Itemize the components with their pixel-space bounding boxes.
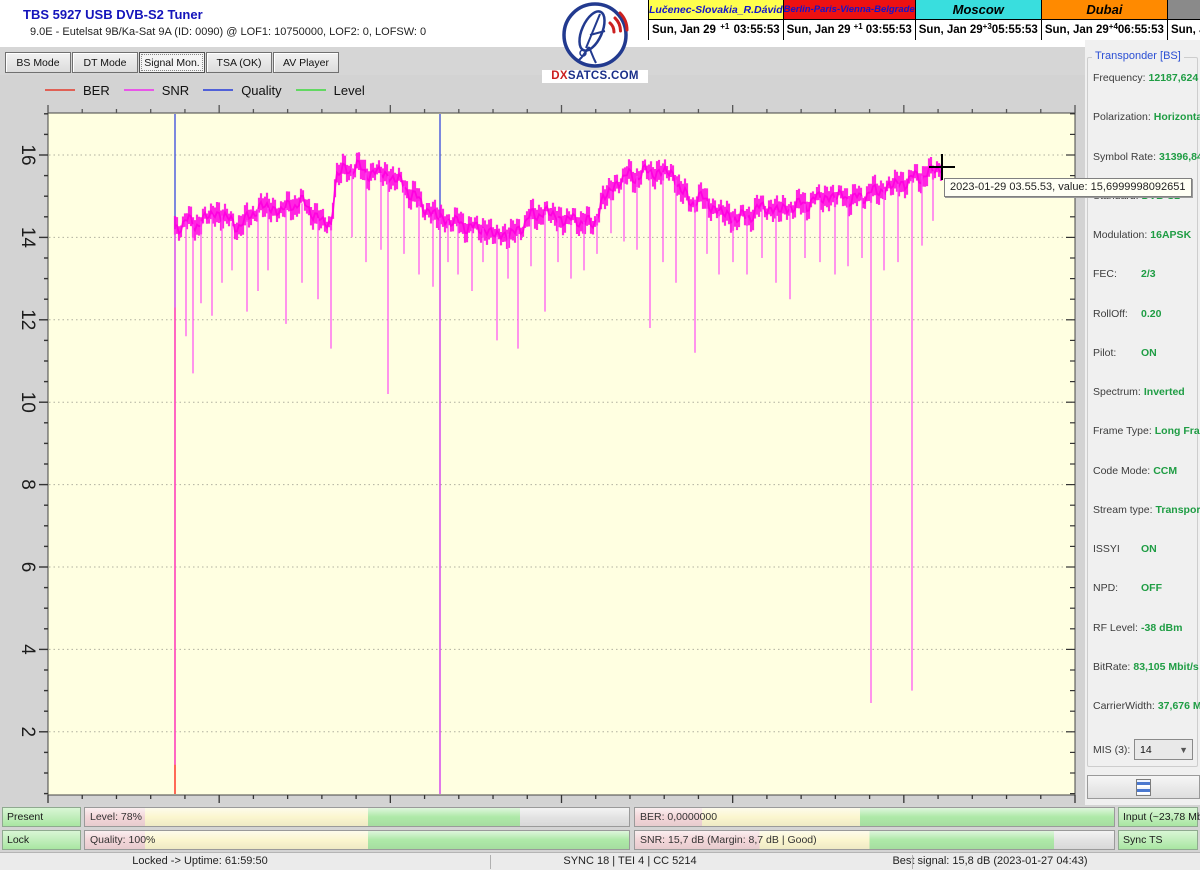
ber-progress-bar: BER: 0,0000000 [634,807,1115,827]
satellite-dish-icon [562,2,629,68]
sync-ts-indicator: Sync TS [1118,830,1198,850]
svg-text:4: 4 [17,644,38,655]
field-symbol-rate-: Symbol Rate:31396,849 KS/s [1093,150,1200,163]
groupbox-title: Transponder [BS] [1092,50,1184,62]
mis-label: MIS (3): [1093,743,1131,756]
status-divider [912,855,913,869]
transponder-sidebar: Transponder [BS] Frequency:12187,624 MHz… [1085,40,1200,805]
present-indicator: Present [2,807,81,827]
clock-time: Sun, Jan 29+204:55:53 [1167,20,1200,40]
sync-tei-cc-status: SYNC 18 | TEI 4 | CC 5214 [563,855,697,867]
level-progress-bar: Level: 78% [84,807,630,827]
field-code-mode-: Code Mode: CCM [1093,464,1178,477]
transponder-groupbox: Transponder [BS] Frequency:12187,624 MHz… [1087,50,1200,767]
lock-indicator: Lock [2,830,81,850]
clock-city: Berlin-Paris-Vienna-Belgrade [783,0,915,20]
uptime-status: Locked -> Uptime: 61:59:50 [132,855,268,867]
field-rf-level-: RF Level: -38 dBm [1093,621,1183,634]
field-bitrate-: BitRate: 83,105 Mbit/s [1093,660,1199,673]
logo-text: DXSATCS.COM [542,70,648,83]
tab-bs-mode[interactable]: BS Mode [5,52,71,73]
svg-text:2: 2 [17,727,38,738]
svg-text:10: 10 [17,392,38,413]
svg-text:8: 8 [17,479,38,490]
svg-text:16: 16 [17,144,38,165]
mis-row: MIS (3): 14 ▼ [1093,739,1193,760]
clock-time: Sun, Jan 29 +4 06:55:53 [1041,20,1167,40]
clock-time: Sun, Jan 29 +1 03:55:53 [783,20,915,40]
field-spectrum-: Spectrum: Inverted [1093,386,1185,398]
tab-av-player[interactable]: AV Player [273,52,339,73]
mis-selected-value: 14 [1140,743,1152,756]
field-frequency-: Frequency:12187,624 MHz [1093,72,1200,84]
svg-text:12: 12 [17,309,38,330]
quality-progress-bar: Quality: 100% [84,830,630,850]
mis-dropdown[interactable]: 14 ▼ [1134,739,1193,760]
field-modulation-: Modulation: 16APSK [1093,229,1192,241]
signal-monitor-panel: BER SNR Quality Level 2 4 6 8 10 12 14 16 2023-01-… [0,75,1192,806]
field-stream-type-: Stream type: Transport [1093,503,1200,516]
signal-bars-region: Present Lock Level: 78% Quality: 100% BE… [0,805,1200,852]
clock-city: Moscow [915,0,1041,20]
clock-lu-enec-slovakia-r-d-vid: Lučenec-Slovakia_R.Dávid Sun, Jan 29 +1 03:… [649,0,784,40]
clock-dubai: Dubai Sun, Jan 29 +4 06:55:53 [1041,0,1168,40]
stream-stack-icon [1136,778,1151,796]
field-frame-type-: Frame Type:Long Frame [1093,425,1200,438]
status-divider [490,855,491,869]
field-rolloff-: RollOff: 0.20 [1093,307,1162,320]
input-bitrate-indicator: Input (~23,78 Mbps) [1118,807,1200,827]
field-npd-: NPD: OFF [1093,582,1162,595]
status-bar: Locked -> Uptime: 61:59:50 SYNC 18 | TEI… [0,852,1200,870]
clock-time: Sun, Jan 29 +3 05:55:53 [915,20,1041,40]
chevron-down-icon: ▼ [1179,745,1188,755]
clock-berlin-paris-vienna-belgrade: Berlin-Paris-Vienna-Belgrade Sun, Jan 29 +… [783,0,916,40]
field-issyi: ISSYI ON [1093,543,1157,555]
snr-progress-bar: SNR: 15,7 dB (Margin: 8,7 dB | Good) [634,830,1115,850]
window-subtitle: 9.0E - Eutelsat 9B/Ka-Sat 9A (ID: 0090) … [30,26,427,38]
field-pilot-: Pilot: ON [1093,346,1157,359]
tab-signal-mon-[interactable]: Signal Mon. [139,52,205,73]
tab-tsa-ok-[interactable]: TSA (OK) [206,52,272,73]
clock-city: Athens [1167,0,1200,20]
clock-city: Lučenec-Slovakia_R.Dávid [649,0,783,20]
clock-athens: AthensSun, Jan 29+204:55:53 [1167,0,1200,40]
snr-chart[interactable]: 2 4 6 8 10 12 14 16 [0,75,1085,805]
transponder-fields: Frequency:12187,624 MHz Polarization:Hori… [1093,72,1200,712]
window-title: TBS 5927 USB DVB-S2 Tuner [23,7,203,22]
clock-time: Sun, Jan 29 +1 03:55:53 [649,20,783,40]
best-signal-status: Best signal: 15,8 dB (2023-01-27 04:43) [892,855,1088,867]
svg-text:14: 14 [17,227,38,249]
svg-text:6: 6 [17,562,38,573]
field-polarization-: Polarization: Horizontal [1093,111,1200,124]
field-carrierwidth-: CarrierWidth:37,676 MHz [1093,700,1200,712]
field-fec-: FEC: 2/3 [1093,268,1156,281]
tuner-app-window: TBS 5927 USB DVB-S2 Tuner 9.0E - Eutelsa… [0,0,1200,870]
world-clocks: Lučenec-Slovakia_R.Dávid Sun, Jan 29 +1 03:… [648,0,1200,40]
tab-dt-mode[interactable]: DT Mode [72,52,138,73]
clock-moscow: Moscow Sun, Jan 29 +3 05:55:53 [915,0,1042,40]
chart-tooltip: 2023-01-29 03.55.53, value: 15,699999809… [944,178,1192,197]
transport-stream-button[interactable] [1087,775,1200,799]
dxsatcs-logo: DXSATCS.COM [542,1,648,83]
clock-city: Dubai [1041,0,1167,20]
